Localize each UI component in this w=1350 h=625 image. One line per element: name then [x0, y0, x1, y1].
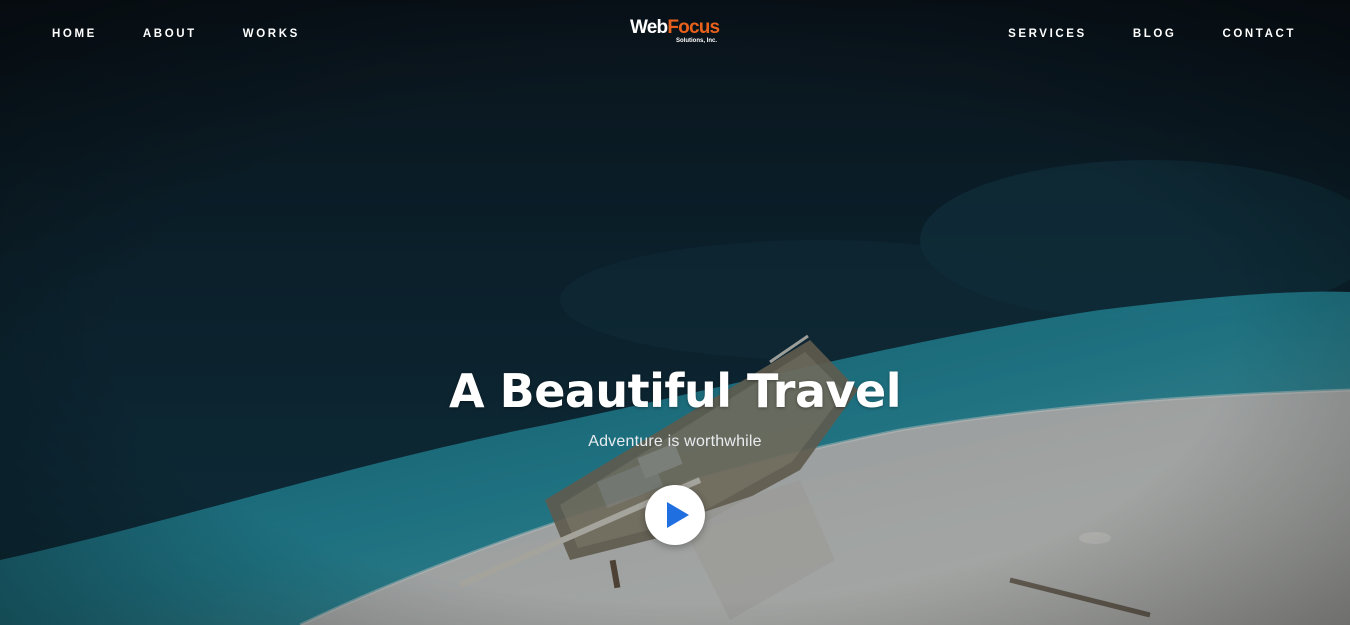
play-video-button[interactable] [645, 485, 705, 545]
logo-word-focus: Focus [667, 17, 720, 38]
primary-nav-right: SERVICES BLOG CONTACT [962, 26, 1296, 42]
nav-link-works[interactable]: WORKS [243, 26, 300, 42]
hero-section: HOME ABOUT WORKS WebFocus Solutions, Inc… [0, 0, 1350, 625]
nav-link-about[interactable]: ABOUT [143, 26, 197, 42]
nav-link-home[interactable]: HOME [52, 26, 97, 42]
logo-tagline: Solutions, Inc. [676, 38, 718, 44]
logo-wordmark: WebFocus [630, 16, 720, 40]
site-logo[interactable]: WebFocus Solutions, Inc. [630, 16, 722, 50]
logo-word-web: Web [630, 17, 668, 38]
nav-link-blog[interactable]: BLOG [1133, 26, 1177, 42]
primary-nav-left: HOME ABOUT WORKS [52, 26, 346, 42]
play-icon [667, 502, 689, 528]
hero-title: A Beautiful Travel [449, 364, 901, 418]
hero-subtitle: Adventure is worthwhile [588, 433, 762, 450]
nav-link-contact[interactable]: CONTACT [1222, 26, 1296, 42]
nav-link-services[interactable]: SERVICES [1008, 26, 1087, 42]
